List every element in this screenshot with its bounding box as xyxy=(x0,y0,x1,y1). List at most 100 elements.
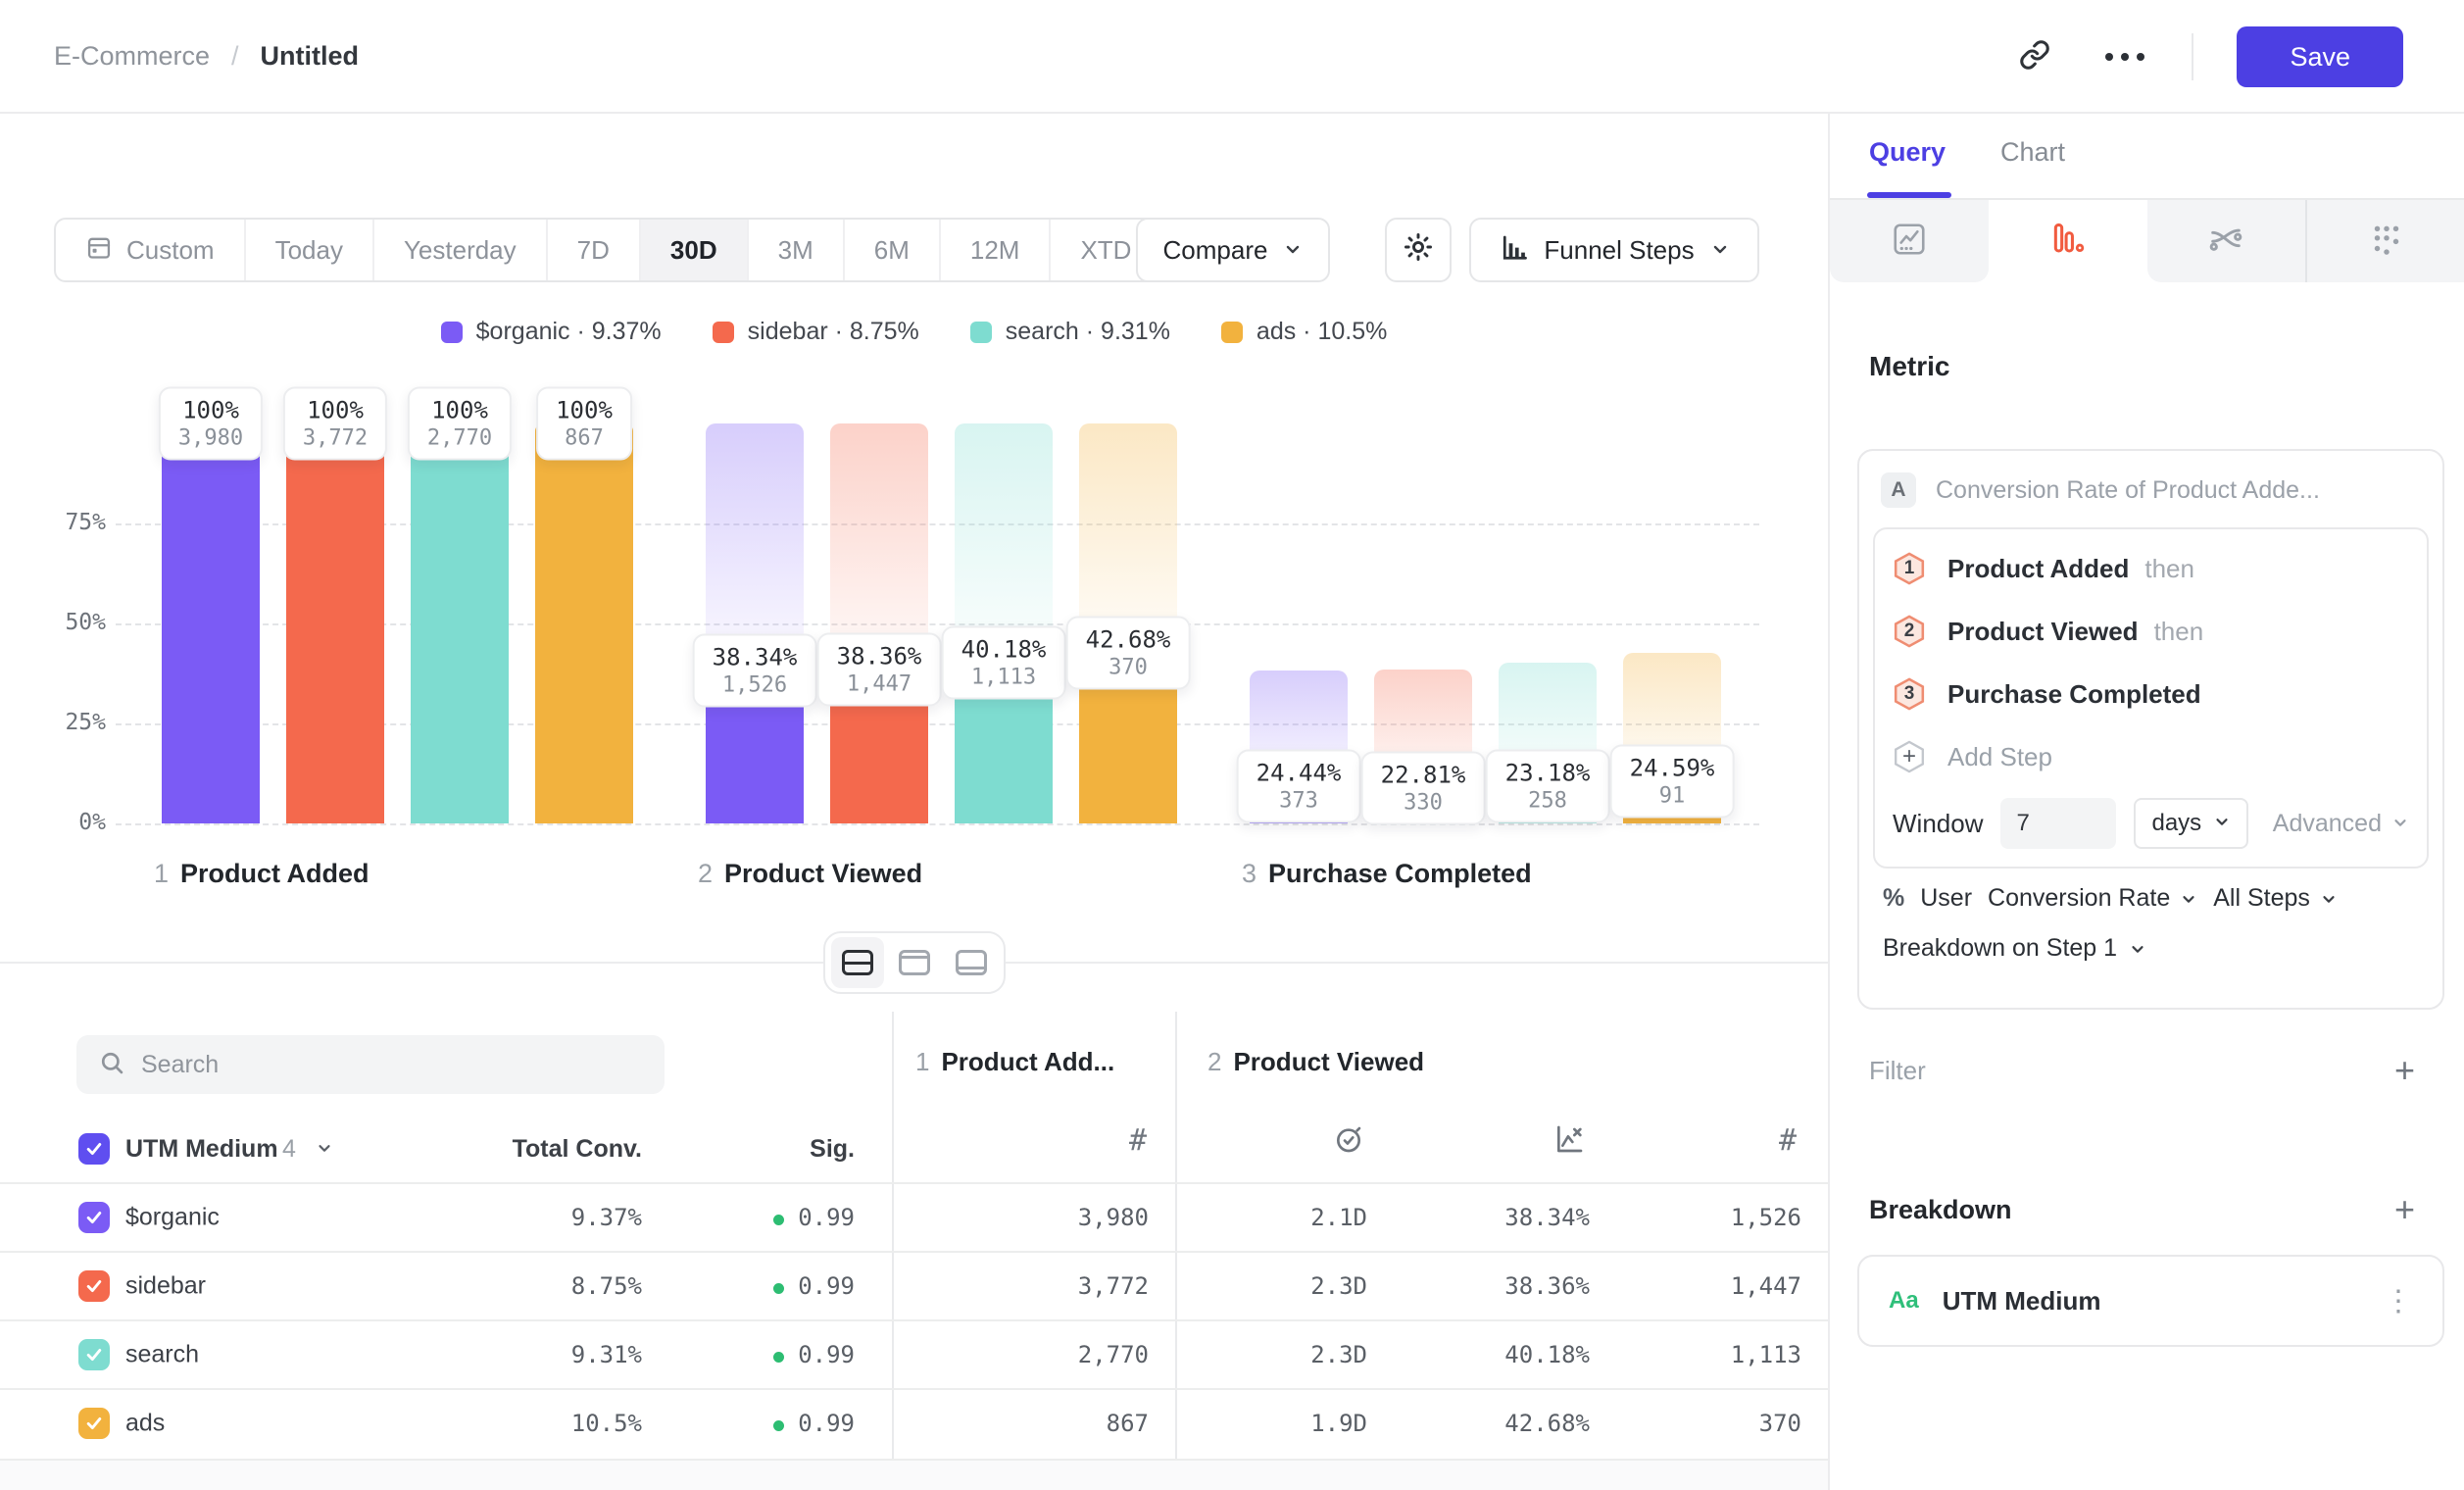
chart-step-label-1: 1Product Added xyxy=(154,859,370,889)
top-panel-view-icon xyxy=(899,950,930,975)
breakdown-on-step-select[interactable]: Breakdown on Step 1 xyxy=(1883,934,2419,963)
funnel-bar-ads-step1[interactable] xyxy=(535,423,633,823)
measure-metric-select[interactable]: Conversion Rate xyxy=(1988,884,2197,913)
bar-count: 330 xyxy=(1381,791,1466,816)
row-checkbox[interactable] xyxy=(78,1270,110,1302)
chevron-down-icon xyxy=(2129,940,2146,958)
save-button[interactable]: Save xyxy=(2237,26,2403,87)
bar-count: 258 xyxy=(1505,789,1591,814)
significance-dot xyxy=(773,1352,784,1363)
kebab-menu-icon[interactable]: ⋮ xyxy=(2384,1284,2413,1318)
bar-count: 3,980 xyxy=(178,426,243,451)
app-root: E-Commerce / Untitled Save CustomTodayYe… xyxy=(0,0,2464,1490)
measure-scope-label: All Steps xyxy=(2213,884,2310,913)
table-row-organic[interactable]: $organic9.37%0.993,9802.1D38.34%1,526 xyxy=(0,1182,1828,1251)
conversion-column-icon[interactable] xyxy=(1553,1123,1585,1160)
cell-step2_count: 1,526 xyxy=(1731,1204,1801,1231)
window-unit-select[interactable]: days xyxy=(2134,798,2248,849)
metric-title: Conversion Rate of Product Adde... xyxy=(1936,476,2320,505)
measure-metric-label: Conversion Rate xyxy=(1988,884,2170,913)
select-all-checkbox[interactable] xyxy=(78,1133,110,1165)
cell-step2_conv: 42.68% xyxy=(1504,1410,1590,1437)
row-checkbox[interactable] xyxy=(78,1408,110,1439)
breakdown-label: Breakdown xyxy=(1869,1195,2012,1225)
bar-pct: 100% xyxy=(178,397,243,424)
add-breakdown-button[interactable]: + xyxy=(2394,1192,2415,1227)
breakdown-item-utm-medium[interactable]: Aa UTM Medium ⋮ xyxy=(1857,1255,2444,1347)
chart-type-tab-flow[interactable] xyxy=(2147,200,2306,282)
bar-count: 370 xyxy=(1086,655,1171,679)
group-column-header[interactable]: UTM Medium xyxy=(125,1135,278,1164)
chevron-down-icon[interactable] xyxy=(316,1139,333,1162)
row-name: sidebar xyxy=(125,1272,206,1301)
chart-step-label-2: 2Product Viewed xyxy=(698,859,922,889)
count-column-icon[interactable]: # xyxy=(1129,1123,1147,1158)
view-toggle-split[interactable] xyxy=(831,937,884,988)
table-row-search[interactable]: search9.31%0.992,7702.3D40.18%1,113 xyxy=(0,1319,1828,1388)
funnel-steps-list: 1Product Addedthen2Product Viewedthen3Pu… xyxy=(1893,537,2409,725)
avg-time-column-icon[interactable] xyxy=(1333,1123,1364,1160)
cell-step1_count: 3,980 xyxy=(1078,1204,1149,1231)
view-toggle-bottom-panel[interactable] xyxy=(945,937,998,988)
bar-value-label: 100%3,980 xyxy=(159,387,263,461)
cell-step2_conv: 38.36% xyxy=(1504,1272,1590,1300)
total-conv-header[interactable]: Total Conv. xyxy=(513,1135,642,1164)
tab-chart[interactable]: Chart xyxy=(2000,137,2065,168)
step-hexagon-badge: 3 xyxy=(1893,677,1926,711)
query-step-3[interactable]: 3 Purchase Completed xyxy=(1893,663,2409,725)
step-name: Product Viewed xyxy=(724,859,922,889)
chart-type-tab-grid-dots[interactable] xyxy=(2307,200,2464,282)
funnel-bar-search-step1[interactable] xyxy=(411,423,509,823)
step-suffix: then xyxy=(2154,617,2204,647)
query-step-2[interactable]: 2Product Viewedthen xyxy=(1893,600,2409,663)
chart-type-tab-line-chart[interactable] xyxy=(1830,200,1989,282)
step2-number: 2 xyxy=(1207,1047,1221,1077)
row-checkbox[interactable] xyxy=(78,1202,110,1233)
table-search[interactable] xyxy=(76,1035,665,1094)
cell-step2_count: 1,447 xyxy=(1731,1272,1801,1300)
share-link-button[interactable] xyxy=(2011,33,2058,80)
bar-value-label: 22.81%330 xyxy=(1361,752,1486,825)
query-step-name: Purchase Completed xyxy=(1947,679,2201,710)
advanced-toggle[interactable]: Advanced xyxy=(2273,810,2409,838)
bar-value-label: 38.34%1,526 xyxy=(693,633,817,707)
funnel-bar-organic-step1[interactable] xyxy=(162,423,260,823)
metric-title-row[interactable]: A Conversion Rate of Product Adde... xyxy=(1881,472,2421,508)
funnel-bar-sidebar-step1[interactable] xyxy=(286,423,384,823)
step-suffix: then xyxy=(2144,554,2194,584)
search-input[interactable] xyxy=(141,1051,643,1079)
window-label: Window xyxy=(1893,809,1983,839)
bar-pct: 40.18% xyxy=(961,636,1047,664)
add-step-button[interactable]: + Add Step xyxy=(1893,725,2409,788)
query-step-1[interactable]: 1 Product Added then xyxy=(1893,537,2409,600)
bar-pct: 38.36% xyxy=(837,643,922,670)
query-step-name: Product Added xyxy=(1947,554,2129,584)
chevron-down-icon xyxy=(2320,890,2338,908)
bar-value-label: 24.59%91 xyxy=(1610,745,1735,819)
step-name: Purchase Completed xyxy=(1268,859,1532,889)
more-menu-button[interactable] xyxy=(2101,33,2148,80)
y-axis-tick: 0% xyxy=(27,810,106,835)
bar-value-label: 100%3,772 xyxy=(283,387,387,461)
bar-count: 2,770 xyxy=(427,426,492,451)
table-footer-strip xyxy=(0,1459,1828,1490)
step-hexagon-badge: 1 xyxy=(1893,552,1926,585)
window-value-input[interactable] xyxy=(2000,798,2116,849)
cell-step2_conv: 38.34% xyxy=(1504,1204,1590,1231)
cell-total_conv: 9.31% xyxy=(571,1341,642,1368)
view-toggle-top-panel[interactable] xyxy=(888,937,941,988)
table-row-sidebar[interactable]: sidebar8.75%0.993,7722.3D38.36%1,447 xyxy=(0,1251,1828,1319)
measure-entity[interactable]: User xyxy=(1920,884,1972,913)
count-column-icon[interactable]: # xyxy=(1779,1123,1797,1158)
add-filter-button[interactable]: + xyxy=(2394,1053,2415,1088)
bar-pct: 100% xyxy=(303,397,368,424)
bar-pct: 100% xyxy=(427,397,492,424)
row-checkbox[interactable] xyxy=(78,1339,110,1370)
tab-query[interactable]: Query xyxy=(1869,137,1946,168)
chevron-down-icon xyxy=(2213,810,2231,837)
measure-scope-select[interactable]: All Steps xyxy=(2213,884,2338,913)
table-row-ads[interactable]: ads10.5%0.998671.9D42.68%370 xyxy=(0,1388,1828,1457)
bar-pct: 24.44% xyxy=(1257,759,1342,786)
sig-header[interactable]: Sig. xyxy=(810,1135,855,1164)
chart-type-tab-funnel-bars[interactable] xyxy=(1989,200,2147,282)
